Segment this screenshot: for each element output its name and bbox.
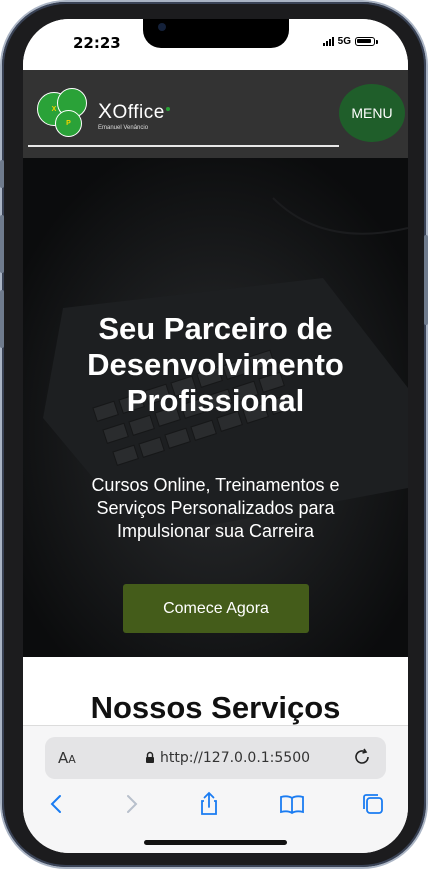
hero-subtitle: Cursos Online, Treinamentos e Serviços P… (53, 474, 378, 543)
hero-title: Seu Parceiro de Desenvolvimento Profissi… (23, 311, 408, 419)
logo-brand-name: XOffice (98, 100, 165, 123)
hero-subtitle-line: Cursos Online, Treinamentos e (91, 475, 340, 495)
url-text: http://127.0.0.1:5500 (160, 750, 311, 766)
safari-bottom-bar: AA http://127.0.0.1:5500 (23, 725, 408, 853)
hero-subtitle-line: Impulsionar sua Carreira (116, 521, 315, 541)
address-bar[interactable]: AA http://127.0.0.1:5500 (45, 737, 386, 779)
hero-title-line: Desenvolvimento (87, 347, 344, 382)
forward-icon[interactable] (117, 790, 145, 818)
tabs-icon[interactable] (359, 790, 387, 818)
status-time: 22:23 (73, 34, 121, 52)
site-header: X P XOffice Emanuel Venâncio MENU (23, 70, 408, 158)
bookmarks-icon[interactable] (278, 790, 306, 818)
volume-up-button (0, 215, 4, 273)
logo[interactable]: X P XOffice Emanuel Venâncio (37, 88, 177, 138)
network-label: 5G (337, 36, 351, 47)
battery-tip (376, 39, 378, 44)
silent-switch (0, 160, 4, 188)
logo-dot (166, 107, 170, 111)
text-size-button[interactable]: AA (58, 749, 76, 767)
logo-circle-bottom: P (55, 110, 82, 137)
services-title: Nossos Serviços (90, 690, 341, 725)
reload-icon[interactable] (352, 747, 372, 767)
hero-title-line: Seu Parceiro de (98, 311, 333, 346)
phone-screen: 22:23 5G X P XOffice Emanuel Venâncio ME… (23, 19, 408, 853)
signal-icon (322, 37, 334, 46)
share-icon[interactable] (195, 790, 223, 818)
back-icon[interactable] (43, 790, 71, 818)
home-indicator (144, 840, 287, 845)
browser-toolbar (23, 790, 408, 820)
hero-title-line: Profissional (126, 383, 305, 418)
hero-subtitle-line: Serviços Personalizados para (96, 498, 335, 518)
camera (158, 23, 166, 31)
menu-button[interactable]: MENU (339, 84, 405, 142)
battery-icon (355, 37, 375, 46)
logo-letter-x: X (51, 105, 57, 113)
lock-icon (146, 751, 154, 763)
logo-subtitle: Emanuel Venâncio (98, 125, 149, 131)
power-button (424, 235, 428, 325)
hero-section: Seu Parceiro de Desenvolvimento Profissi… (23, 158, 408, 657)
cta-button[interactable]: Comece Agora (123, 584, 309, 633)
header-divider (28, 145, 339, 147)
logo-letter-p: P (66, 120, 71, 127)
volume-down-button (0, 290, 4, 348)
status-indicators: 5G (322, 36, 378, 47)
